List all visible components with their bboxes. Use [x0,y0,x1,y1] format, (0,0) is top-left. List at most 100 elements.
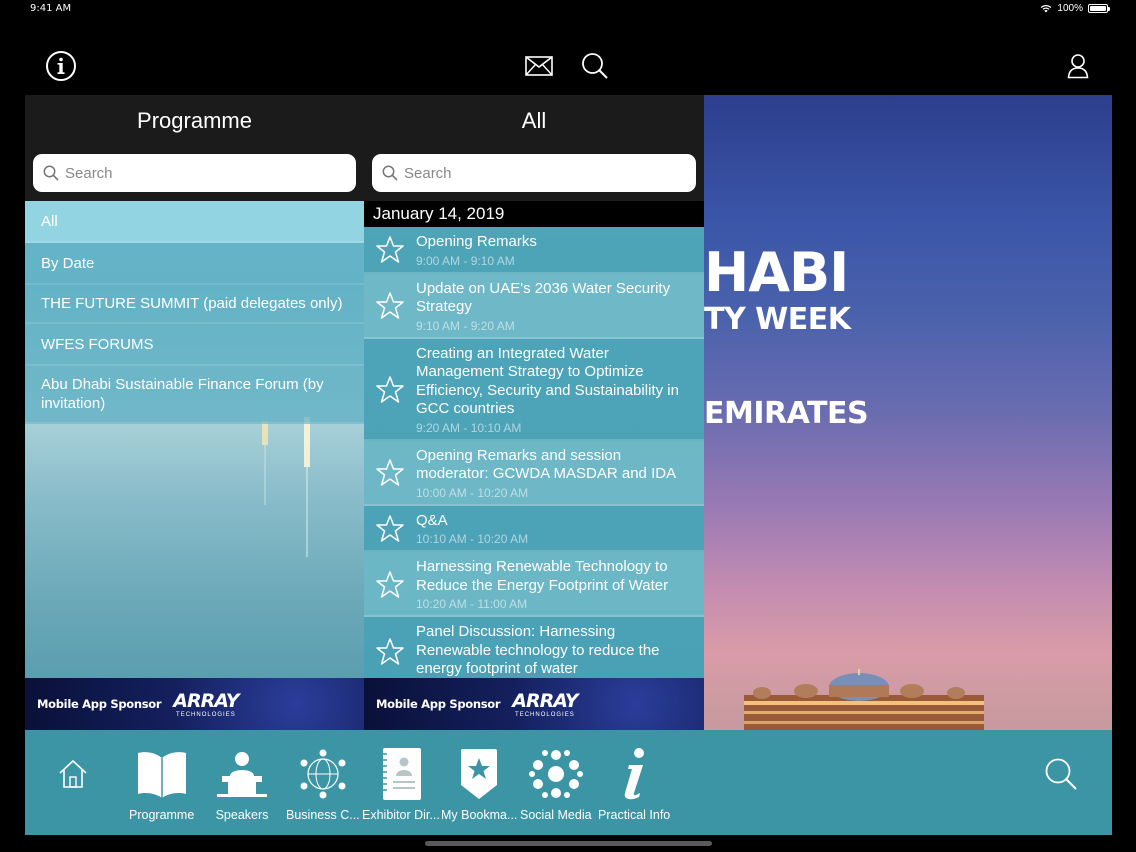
tab-search[interactable] [1044,746,1078,808]
panel-title: Programme [25,95,364,147]
tab-speakers[interactable]: Speakers [214,746,270,822]
sponsor-logo-sub: TECHNOLOGIES [515,712,575,718]
session-time: 10:00 AM - 10:20 AM [416,485,529,500]
sponsor-banner[interactable]: Mobile App Sponsor ARRAY TECHNOLOGIES [364,678,704,730]
mail-icon[interactable] [521,48,557,84]
session-item[interactable]: Harnessing Renewable Technology to Reduc… [364,552,704,617]
star-icon[interactable] [374,637,406,667]
panel-title: All [364,95,704,147]
star-icon[interactable] [374,235,406,265]
background-photo [262,417,310,557]
tab-my-bookmarks[interactable]: My Bookma... [441,746,517,822]
sponsor-logo: ARRAY TECHNOLOGIES [512,690,578,718]
menu-item-all[interactable]: All [25,201,364,243]
battery-icon [1088,4,1110,13]
star-icon[interactable] [374,458,406,488]
status-indicators: 100% [1040,3,1110,14]
hero-title-line3: EMIRATES [704,396,869,431]
session-item[interactable]: Creating an Integrated Water Management … [364,338,704,441]
menu-item-by-date[interactable]: By Date [25,243,364,285]
tab-home[interactable] [57,746,89,808]
programme-menu: All By Date THE FUTURE SUMMIT (paid dele… [25,201,364,424]
status-bar: 9:41 AM 100% [0,0,1136,18]
info-icon[interactable] [43,48,79,84]
session-item[interactable]: Opening Remarks 9:00 AM - 9:10 AM [364,227,704,274]
bottom-tab-bar: Programme Speakers Business C... Exhibit… [25,730,1112,835]
user-icon[interactable] [1060,48,1096,84]
session-time: 10:10 AM - 10:20 AM [416,532,529,546]
home-indicator[interactable] [425,841,712,846]
session-item[interactable]: Panel Discussion: Harnessing Renewable t… [364,617,704,687]
session-title: Opening Remarks and session moderator: G… [416,446,677,483]
search-field[interactable] [372,154,696,192]
menu-item-sustainable-finance[interactable]: Abu Dhabi Sustainable Finance Forum (by … [25,366,364,424]
hero-title-line1: HABI [704,241,849,304]
sponsor-label: Mobile App Sponsor [376,697,501,711]
sponsor-logo-name: ARRAY [512,690,578,712]
session-title: Panel Discussion: Harnessing Renewable t… [416,623,660,677]
speaker-icon [217,752,267,797]
wifi-icon [1041,4,1052,13]
status-time: 9:41 AM [30,3,72,14]
sponsor-logo: ARRAY TECHNOLOGIES [173,690,239,718]
menu-item-future-summit[interactable]: THE FUTURE SUMMIT (paid delegates only) [25,285,364,324]
menu-item-wfes-forums[interactable]: WFES FORUMS [25,324,364,366]
session-item[interactable]: Opening Remarks and session moderator: G… [364,440,704,506]
session-title: Update on UAE's 2036 Water Security Stra… [416,279,671,316]
hero-title-line2: TY WEEK [704,302,851,337]
sponsor-logo-sub: TECHNOLOGIES [176,712,236,718]
session-time: 9:20 AM - 10:10 AM [416,420,522,435]
search-icon [1045,758,1077,790]
search-bar [364,147,704,201]
tab-label: Business C... [286,808,360,822]
star-icon[interactable] [374,570,406,600]
programme-panel: Programme All By Date THE FUTURE SUMMIT … [25,95,364,730]
search-field[interactable] [33,154,356,192]
date-section-header: January 14, 2019 [364,201,704,227]
bookmark-star-icon [461,749,498,799]
search-input[interactable] [65,164,325,182]
search-input[interactable] [404,164,664,182]
session-time: 9:10 AM - 9:20 AM [416,318,515,333]
sponsor-label: Mobile App Sponsor [37,697,162,711]
session-time: 9:00 AM - 9:10 AM [416,253,515,268]
session-time: 10:20 AM - 11:00 AM [416,597,528,611]
tab-social-media[interactable]: Social Media [520,746,592,822]
search-bar [25,147,364,201]
star-icon[interactable] [374,291,406,321]
tab-practical-info[interactable]: Practical Info [598,746,670,822]
tab-exhibitor-directory[interactable]: Exhibitor Dir... [362,746,440,822]
tab-label: My Bookma... [441,808,518,822]
search-icon [43,165,59,181]
tab-label: Exhibitor Dir... [362,808,440,822]
search-icon[interactable] [577,48,613,84]
tab-business-connect[interactable]: Business C... [286,746,360,822]
search-icon [382,165,398,181]
palace-silhouette [744,669,984,730]
book-icon [137,752,186,798]
network-icon [300,749,346,799]
session-title: Creating an Integrated Water Management … [416,344,679,418]
session-title: Q&A [416,511,448,529]
directory-icon [379,748,421,800]
battery-percent: 100% [1057,3,1083,14]
sessions-panel: All January 14, 2019 Opening Remarks 9:00… [364,95,704,730]
session-item[interactable]: Q&A 10:10 AM - 10:20 AM [364,505,704,552]
session-item[interactable]: Update on UAE's 2036 Water Security Stra… [364,273,704,339]
tab-label: Programme [129,808,195,822]
sponsor-logo-name: ARRAY [173,690,239,712]
tab-label: Social Media [520,808,592,822]
sponsor-banner[interactable]: Mobile App Sponsor ARRAY TECHNOLOGIES [25,678,364,730]
session-title: Opening Remarks [416,233,537,250]
session-title: Harnessing Renewable Technology to Reduc… [416,558,669,594]
star-icon[interactable] [374,514,406,544]
info-italic-icon [624,748,645,800]
home-icon [59,759,87,788]
tab-label: Practical Info [598,808,671,822]
star-icon[interactable] [374,375,406,405]
tab-label: Speakers [215,808,269,822]
tab-programme[interactable]: Programme [129,746,194,822]
session-list: Opening Remarks 9:00 AM - 9:10 AM Update … [364,227,704,687]
social-media-icon [528,750,583,798]
hero-image: HABI TY WEEK EMIRATES [704,95,1112,730]
